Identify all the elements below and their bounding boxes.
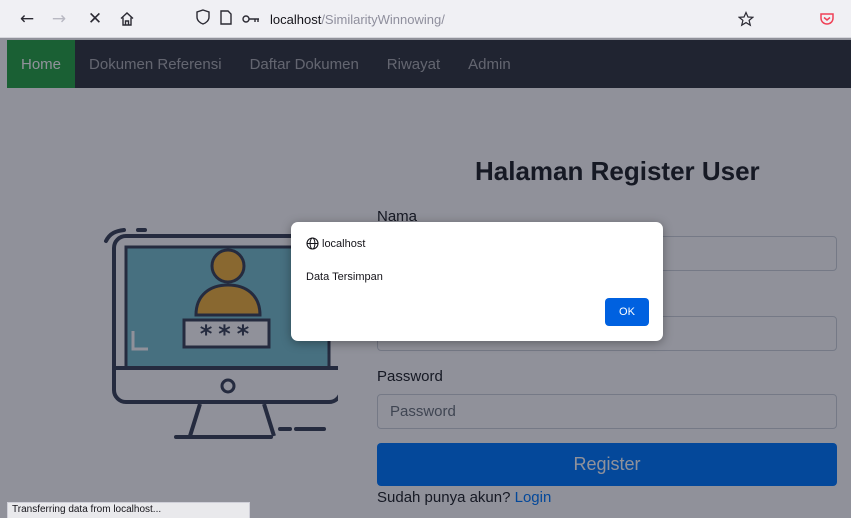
forward-button[interactable]: →	[46, 6, 72, 32]
pocket-button[interactable]	[814, 6, 840, 32]
back-button[interactable]: ←	[14, 6, 40, 32]
home-button[interactable]	[114, 6, 140, 32]
key-icon[interactable]	[242, 10, 260, 28]
ok-button[interactable]: OK	[605, 298, 649, 326]
page-content: Home Dokumen Referensi Daftar Dokumen Ri…	[0, 38, 851, 518]
alert-dialog: localhost Data Tersimpan OK	[291, 222, 663, 341]
status-bar: Transferring data from localhost...	[7, 502, 250, 518]
shield-icon[interactable]	[196, 9, 210, 29]
dialog-origin: localhost	[306, 237, 365, 250]
pocket-icon	[820, 13, 834, 25]
dialog-origin-text: localhost	[322, 237, 366, 250]
stop-button[interactable]: ✕	[82, 6, 108, 32]
url-host: localhost	[270, 11, 322, 27]
dialog-message: Data Tersimpan	[306, 271, 383, 283]
url-bar[interactable]: localhost/SimilarityWinnowing/	[196, 5, 706, 33]
home-icon	[120, 12, 134, 26]
browser-toolbar: ← → ✕ localhost/SimilarityWinnowing/	[0, 0, 851, 38]
bookmark-button[interactable]	[733, 6, 759, 32]
page-icon[interactable]	[220, 9, 232, 29]
url-path: /SimilarityWinnowing/	[321, 11, 445, 27]
globe-icon	[306, 237, 319, 250]
star-icon	[738, 11, 754, 27]
